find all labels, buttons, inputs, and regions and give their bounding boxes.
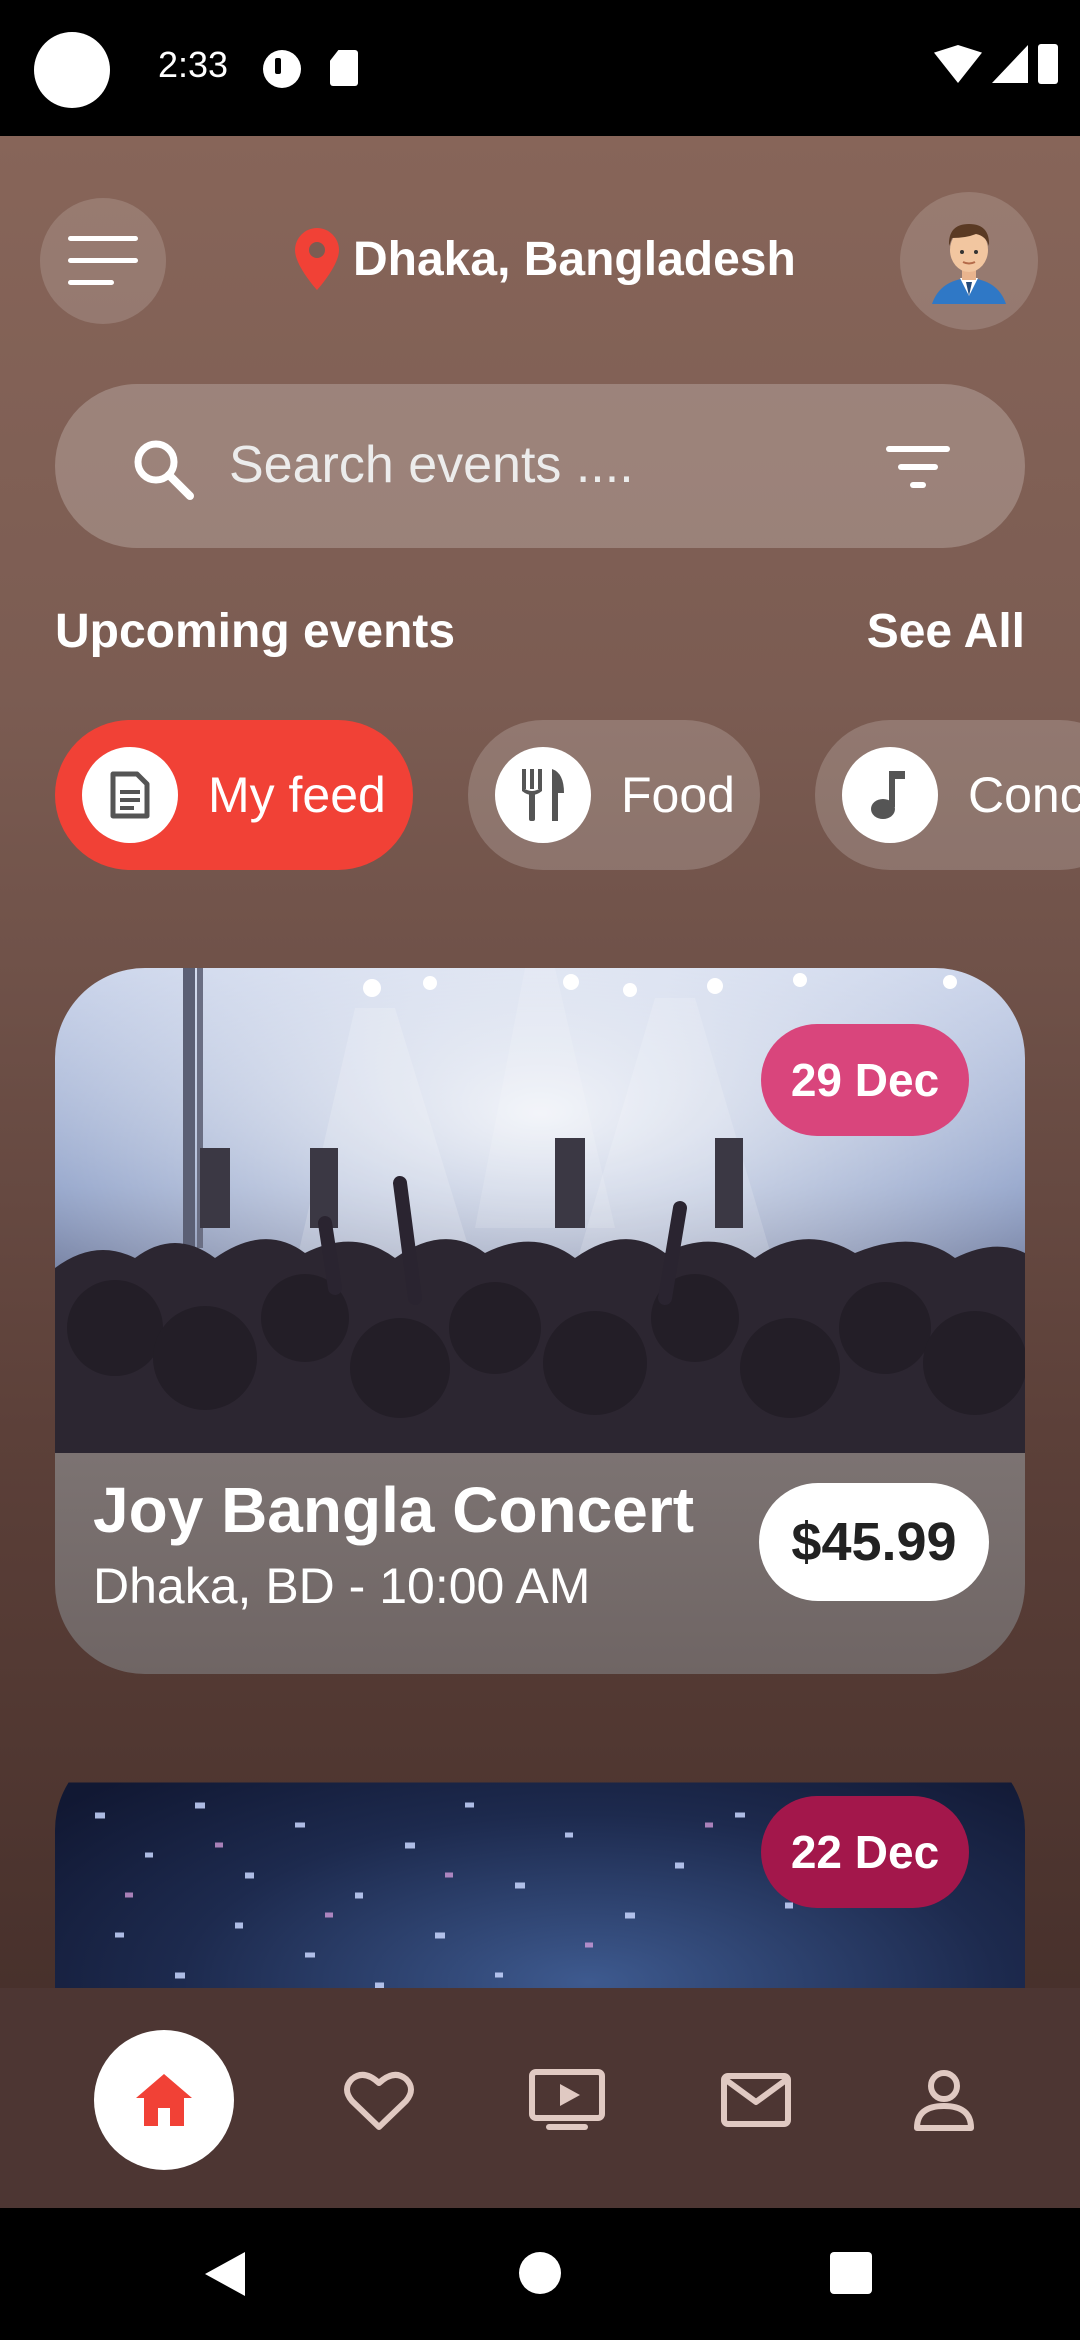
nav-profile[interactable]	[874, 2030, 1014, 2170]
nav-videos[interactable]	[497, 2030, 637, 2170]
camera-cutout	[34, 32, 110, 108]
recents-icon[interactable]	[830, 2252, 872, 2294]
music-note-icon	[842, 747, 938, 843]
mail-icon	[721, 2073, 791, 2127]
date-badge: 22 Dec	[761, 1796, 969, 1908]
category-chips: My feed Food Conc	[55, 720, 1080, 870]
nav-favorites[interactable]	[309, 2030, 449, 2170]
home-circle-icon[interactable]	[519, 2252, 561, 2294]
search-bar[interactable]	[55, 384, 1025, 548]
signal-icon	[992, 45, 1028, 83]
avatar[interactable]	[900, 192, 1038, 330]
battery-icon	[1038, 44, 1058, 84]
status-bar: 2:33	[0, 0, 1080, 136]
chip-concert[interactable]: Conc	[815, 720, 1080, 870]
chip-label: Food	[621, 767, 735, 823]
bottom-navigation	[0, 1988, 1080, 2208]
search-input[interactable]	[227, 424, 791, 506]
date-badge: 29 Dec	[761, 1024, 969, 1136]
status-indicators	[934, 44, 1058, 84]
nav-messages[interactable]	[686, 2030, 826, 2170]
chip-label: My feed	[208, 767, 386, 823]
nav-home[interactable]	[94, 2030, 234, 2170]
event-card[interactable]: 29 Dec Joy Bangla Concert Dhaka, BD - 10…	[55, 968, 1025, 1674]
event-card[interactable]: 22 Dec	[55, 1740, 1025, 1988]
chip-food[interactable]: Food	[468, 720, 760, 870]
home-icon	[136, 2074, 192, 2126]
notification-icon	[263, 50, 301, 88]
location-label: Dhaka, Bangladesh	[353, 232, 796, 286]
filter-icon[interactable]	[886, 442, 950, 492]
main-content: Dhaka, Bangladesh Search events .... Upc…	[0, 136, 1080, 1988]
user-avatar-icon	[932, 224, 1006, 304]
see-all-link[interactable]: See All	[867, 604, 1025, 659]
feed-icon	[82, 747, 178, 843]
search-icon	[130, 436, 194, 500]
back-icon[interactable]	[205, 2252, 245, 2296]
restaurant-icon	[495, 747, 591, 843]
location-selector[interactable]: Dhaka, Bangladesh	[295, 228, 796, 290]
chip-label: Conc	[968, 767, 1080, 823]
wifi-icon	[934, 45, 982, 83]
price-button[interactable]: $45.99	[759, 1483, 989, 1601]
menu-button[interactable]	[40, 198, 166, 324]
location-pin-icon	[295, 228, 339, 290]
event-location-time: Dhaka, BD - 10:00 AM	[93, 1558, 591, 1614]
video-icon	[529, 2069, 605, 2130]
event-info: Joy Bangla Concert Dhaka, BD - 10:00 AM …	[55, 1453, 1025, 1674]
section-title: Upcoming events	[55, 605, 456, 658]
chip-my-feed[interactable]: My feed	[55, 720, 413, 870]
event-title: Joy Bangla Concert	[93, 1474, 695, 1546]
phone-screen: 2:33 Dhaka, Bangladesh Search events ...…	[0, 0, 1080, 2340]
system-navigation	[0, 2208, 1080, 2340]
profile-icon	[914, 2070, 974, 2131]
heart-icon	[344, 2071, 414, 2130]
sd-card-icon	[330, 50, 358, 86]
status-time: 2:33	[158, 44, 229, 85]
